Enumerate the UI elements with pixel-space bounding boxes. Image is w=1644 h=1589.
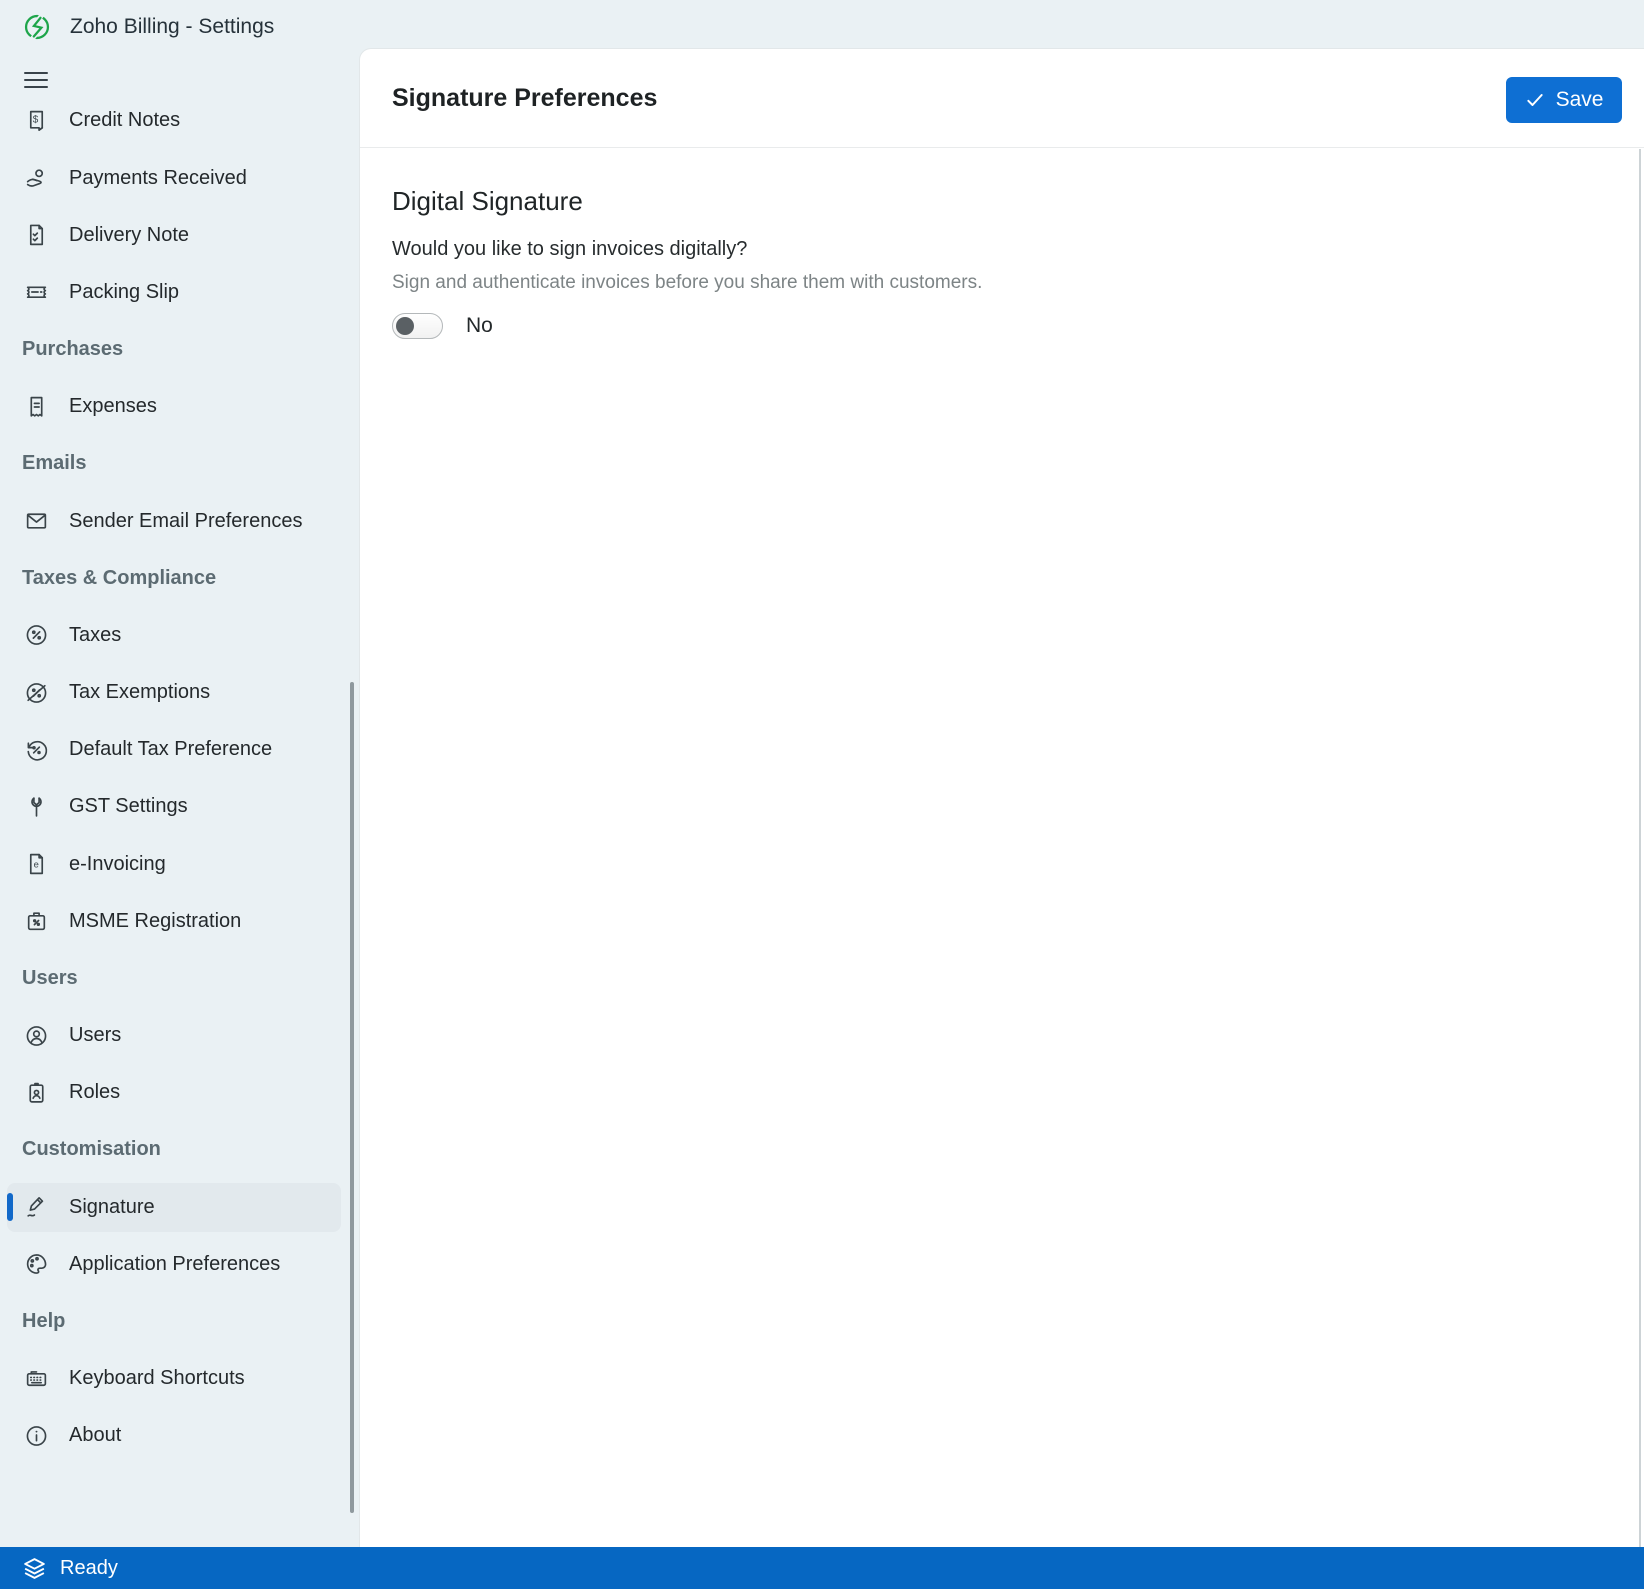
sidebar-item-label: Application Preferences	[69, 1253, 355, 1276]
svg-text:$: $	[33, 114, 39, 125]
digital-signature-toggle-row: No	[392, 313, 1604, 339]
sidebar-item-label: Default Tax Preference	[69, 738, 355, 761]
sidebar-item-payments-received[interactable]: Payments Received	[0, 150, 359, 207]
sidebar-item-taxes[interactable]: Taxes	[0, 607, 359, 664]
sidebar-section-label: Help	[22, 1310, 355, 1333]
sidebar-item-label: Sender Email Preferences	[69, 510, 355, 533]
user-circle-icon	[24, 1023, 49, 1048]
status-bar: Ready	[0, 1547, 1644, 1589]
sidebar-item-label: GST Settings	[69, 795, 355, 818]
percent-refresh-icon	[24, 737, 49, 762]
sidebar-item-label: Roles	[69, 1081, 355, 1104]
credit-notes-icon: $	[24, 108, 49, 133]
sidebar-item-about[interactable]: About	[0, 1407, 359, 1464]
save-button-label: Save	[1556, 88, 1604, 112]
sidebar-item-delivery-note[interactable]: Delivery Note	[0, 207, 359, 264]
toggle-state-label: No	[466, 314, 493, 338]
sidebar-item-label: Packing Slip	[69, 281, 355, 304]
digital-signature-description: Sign and authenticate invoices before yo…	[392, 272, 1604, 294]
save-button[interactable]: Save	[1506, 77, 1622, 123]
sidebar-item-credit-notes[interactable]: $ Credit Notes	[0, 92, 359, 149]
palette-icon	[24, 1252, 49, 1277]
svg-text:e: e	[34, 860, 39, 870]
sidebar-section-label: Emails	[22, 452, 355, 475]
sidebar-item-gst-settings[interactable]: GST Settings	[0, 778, 359, 835]
page-title: Signature Preferences	[392, 49, 657, 148]
sidebar-section-label: Users	[22, 967, 355, 990]
check-icon	[1525, 90, 1545, 110]
sidebar-item-sender-email-preferences[interactable]: Sender Email Preferences	[0, 493, 359, 550]
signature-preferences-body: Digital Signature Would you like to sign…	[392, 148, 1604, 339]
digital-signature-question: Would you like to sign invoices digitall…	[392, 238, 1604, 261]
envelope-icon	[24, 509, 49, 534]
sidebar-section-taxes-compliance: Taxes & Compliance	[0, 550, 359, 607]
briefcase-percent-icon	[24, 909, 49, 934]
sidebar-item-e-invoicing[interactable]: e e-Invoicing	[0, 836, 359, 893]
sidebar-section-emails: Emails	[0, 435, 359, 492]
percent-circle-icon	[24, 623, 49, 648]
keyboard-icon	[24, 1366, 49, 1391]
sidebar-item-label: Users	[69, 1024, 355, 1047]
zoho-billing-logo-icon	[23, 13, 51, 41]
main-panel: Signature Preferences Save Digital Signa…	[359, 48, 1644, 1547]
sidebar-item-msme-registration[interactable]: MSME Registration	[0, 893, 359, 950]
percent-slash-icon	[24, 680, 49, 705]
sidebar-item-label: Taxes	[69, 624, 355, 647]
digital-signature-toggle[interactable]	[392, 313, 443, 339]
sidebar-item-label: Delivery Note	[69, 224, 355, 247]
app-brand: Zoho Billing - Settings	[0, 0, 359, 54]
sidebar-item-roles[interactable]: Roles	[0, 1064, 359, 1121]
hamburger-menu-icon[interactable]	[22, 66, 50, 94]
toggle-knob	[396, 317, 414, 335]
payments-received-icon	[24, 166, 49, 191]
sidebar-item-expenses[interactable]: Expenses	[0, 378, 359, 435]
sidebar-item-label: e-Invoicing	[69, 853, 355, 876]
sidebar-item-packing-slip[interactable]: Packing Slip	[0, 264, 359, 321]
page-header: Signature Preferences Save	[360, 49, 1644, 148]
sidebar-item-label: MSME Registration	[69, 910, 355, 933]
wrench-icon	[24, 794, 49, 819]
sidebar-section-label: Purchases	[22, 338, 355, 361]
sidebar-section-customisation: Customisation	[0, 1121, 359, 1178]
sidebar-item-label: Credit Notes	[69, 109, 355, 132]
app-title: Zoho Billing - Settings	[70, 0, 274, 54]
sidebar-section-users: Users	[0, 950, 359, 1007]
status-text: Ready	[60, 1557, 118, 1580]
sidebar-item-label: Payments Received	[69, 167, 355, 190]
packing-slip-icon	[24, 280, 49, 305]
sidebar-section-label: Customisation	[22, 1138, 355, 1161]
selected-item-accent-bar	[7, 1193, 13, 1221]
main-scrollbar-track[interactable]	[1639, 149, 1641, 1547]
sidebar-item-keyboard-shortcuts[interactable]: Keyboard Shortcuts	[0, 1350, 359, 1407]
id-badge-icon	[24, 1080, 49, 1105]
sidebar-item-label: Tax Exemptions	[69, 681, 355, 704]
sidebar-item-default-tax-preference[interactable]: Default Tax Preference	[0, 721, 359, 778]
delivery-note-icon	[24, 223, 49, 248]
sidebar-item-label: Signature	[69, 1196, 355, 1219]
expenses-icon	[24, 394, 49, 419]
settings-sidebar: Zoho Billing - Settings $ Credit Notes Pay…	[0, 0, 359, 1547]
sidebar-item-application-preferences[interactable]: Application Preferences	[0, 1236, 359, 1293]
sidebar-section-help: Help	[0, 1293, 359, 1350]
sidebar-item-signature[interactable]: Signature	[0, 1179, 359, 1236]
section-title: Digital Signature	[392, 186, 1604, 217]
sidebar-item-label: Expenses	[69, 395, 355, 418]
e-document-icon: e	[24, 852, 49, 877]
signature-pen-icon	[24, 1195, 49, 1220]
sidebar-item-label: Keyboard Shortcuts	[69, 1367, 355, 1390]
sidebar-item-users[interactable]: Users	[0, 1007, 359, 1064]
sidebar-section-label: Taxes & Compliance	[22, 567, 355, 590]
sidebar-item-tax-exemptions[interactable]: Tax Exemptions	[0, 664, 359, 721]
info-circle-icon	[24, 1423, 49, 1448]
sidebar-section-purchases: Purchases	[0, 321, 359, 378]
sidebar-item-label: About	[69, 1424, 355, 1447]
layers-icon	[22, 1556, 47, 1581]
